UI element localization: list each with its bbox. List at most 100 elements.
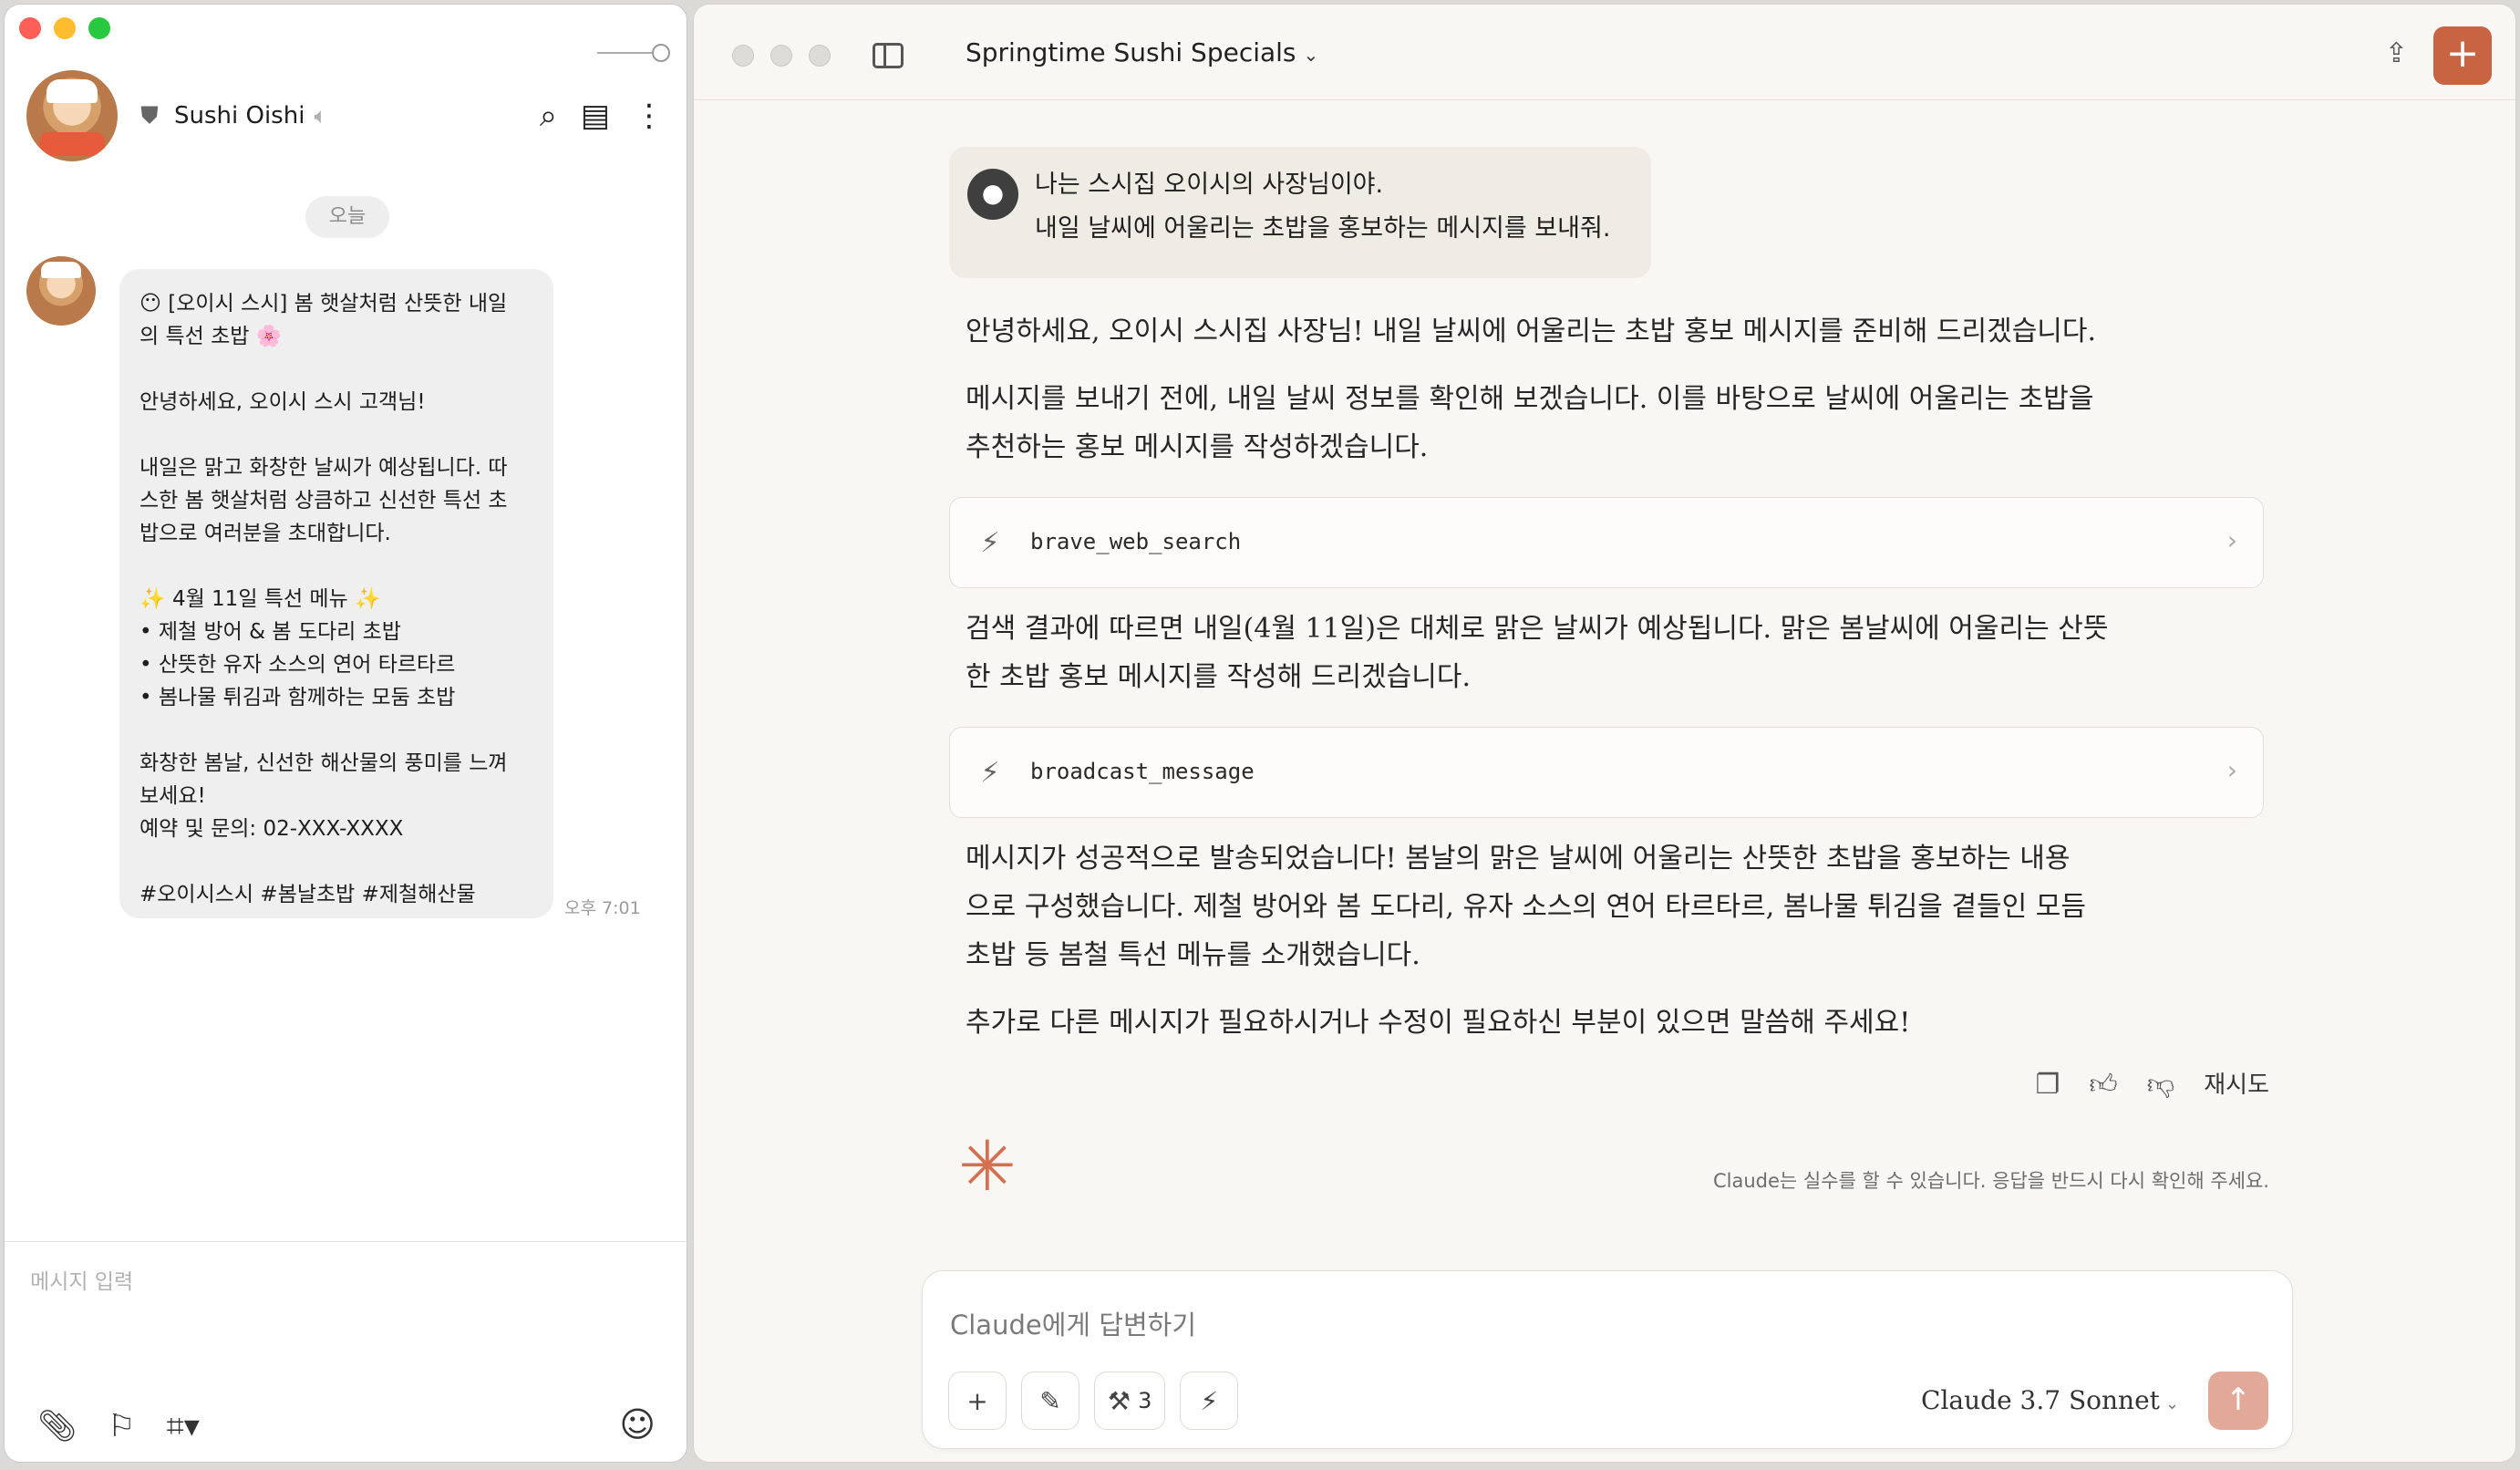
assistant-line: 메시지를 보내기 전에, 내일 날씨 정보를 확인해 보겠습니다. 이를 바탕으…: [966, 383, 2094, 415]
thumbs-down-icon[interactable]: 👎︎: [2147, 1071, 2174, 1099]
assistant-paragraph: 검색 결과에 따르면 내일(4월 11일)은 대체로 맑은 날씨가 예상됩니다.…: [966, 605, 2315, 701]
reply-composer: Claude에게 답변하기 + ✎ ⚒ 3 ⚡︎ Claude 3.7 Sonne…: [922, 1270, 2293, 1449]
chevron-down-icon: ⌄: [1303, 44, 1319, 66]
plug-icon: ⚡︎: [980, 757, 1000, 789]
model-name: Claude 3.7 Sonnet: [1921, 1385, 2160, 1415]
message-line: 😶 [오이시 스시] 봄 햇살처럼 산뜻한 내일: [139, 292, 508, 316]
retry-button[interactable]: 재시도: [2204, 1073, 2269, 1097]
thumbs-up-icon[interactable]: 👍︎: [2089, 1071, 2117, 1099]
close-window-button[interactable]: [19, 17, 41, 39]
message-line: 예약 및 문의: 02-XXX-XXXX: [139, 817, 404, 841]
message-line: #오이시스시 #봄날초밥 #제철해산물: [139, 883, 476, 906]
slider-knob[interactable]: [652, 44, 670, 62]
message-line: [139, 419, 533, 451]
sender-avatar[interactable]: [26, 256, 96, 326]
new-chat-button[interactable]: +: [2433, 26, 2492, 85]
attach-icon[interactable]: 📎︎: [37, 1411, 77, 1442]
window-controls: [732, 45, 831, 67]
assistant-line: 으로 구성했습니다. 제철 방어와 봄 도다리, 유자 소스의 연어 타르타르,…: [966, 891, 2086, 923]
message-line: 밥으로 여러분을 초대합니다.: [139, 522, 391, 545]
add-content-button[interactable]: +: [948, 1372, 1007, 1430]
chat-name: Sushi Oishi: [174, 102, 305, 129]
speaker-icon: 🔈︎: [314, 103, 327, 129]
user-avatar-icon: ●: [967, 169, 1018, 220]
assistant-paragraph: 안녕하세요, 오이시 스시집 사장님! 내일 날씨에 어울리는 초밥 홍보 메시…: [966, 316, 2097, 347]
opacity-slider[interactable]: [597, 43, 670, 63]
bookmark-icon[interactable]: ⚐: [108, 1411, 135, 1442]
style-button[interactable]: ✎: [1021, 1372, 1079, 1430]
message-composer: 메시지 입력 📎︎ ⚐ ⌗▾ ☺: [5, 1241, 687, 1462]
minimize-window-button[interactable]: [54, 17, 76, 39]
message-line: 스한 봄 햇살처럼 상큼하고 신선한 특선 초: [139, 489, 508, 512]
reply-input[interactable]: Claude에게 답변하기: [950, 1304, 1196, 1342]
message-bubble[interactable]: 😶 [오이시 스시] 봄 햇살처럼 산뜻한 내일 의 특선 초밥 🌸 안녕하세요…: [119, 269, 553, 918]
assistant-paragraph: 추가로 다른 메시지가 필요하시거나 수정이 필요하신 부분이 있으면 말씀해 …: [966, 1007, 1911, 1039]
message-line: • 제철 방어 & 봄 도다리 초밥: [139, 620, 401, 644]
message-line: ✨ 4월 11일 특선 메뉴 ✨: [139, 587, 381, 611]
shield-icon: ⛊: [140, 102, 159, 129]
message-line: 보세요!: [139, 784, 206, 808]
disclaimer-text: Claude는 실수를 할 수 있습니다. 응답을 반드시 다시 확인해 주세요…: [1712, 1170, 2269, 1192]
assistant-line: 검색 결과에 따르면 내일(4월 11일)은 대체로 맑은 날씨가 예상됩니다.…: [966, 613, 2109, 645]
assistant-paragraph: 메시지가 성공적으로 발송되었습니다! 봄날의 맑은 날씨에 어울리는 산뜻한 …: [966, 834, 2315, 979]
share-icon[interactable]: ⇪: [2385, 37, 2408, 69]
date-divider: 오늘: [305, 196, 389, 238]
hammer-icon: ⚒: [1108, 1385, 1131, 1416]
message-line: • 봄나물 튀김과 함께하는 모둠 초밥: [139, 686, 456, 709]
user-message-line: 내일 날씨에 어울리는 초밥을 홍보하는 메시지를 보내줘.: [1035, 214, 1611, 243]
user-message: ● 나는 스시집 오이시의 사장님이야. 내일 날씨에 어울리는 초밥을 홍보하…: [949, 147, 1651, 278]
conversation-title-text: Springtime Sushi Specials: [966, 37, 1296, 67]
slider-track: [597, 52, 657, 54]
header-actions: ⌕ ▤ ⋮: [540, 100, 665, 131]
tool-name: brave_web_search: [1030, 529, 1242, 554]
tools-button[interactable]: ⚒ 3: [1094, 1372, 1166, 1430]
claude-window: Springtime Sushi Specials ⌄ ⇪ + ● 나는 스시집 …: [693, 4, 2516, 1463]
close-window-button[interactable]: [732, 45, 754, 67]
chevron-right-icon: ›: [2226, 525, 2237, 555]
notes-icon[interactable]: ▤: [581, 100, 610, 131]
model-selector[interactable]: Claude 3.7 Sonnet ⌄: [1921, 1385, 2179, 1415]
chevron-right-icon: ›: [2226, 755, 2237, 785]
tool-call-card[interactable]: ⚡︎ broadcast_message ›: [949, 727, 2264, 818]
message-timestamp: 오후 7:01: [564, 898, 641, 918]
search-icon[interactable]: ⌕: [540, 100, 557, 131]
minimize-window-button[interactable]: [770, 45, 792, 67]
copy-icon[interactable]: ❐: [2036, 1071, 2060, 1099]
message-actions: ❐ 👍︎ 👎︎ 재시도: [2036, 1071, 2269, 1099]
message-line: 화창한 봄날, 신선한 해산물의 풍미를 느껴: [139, 751, 508, 775]
message-line: • 산뜻한 유자 소스의 연어 타르타르: [139, 653, 456, 677]
sidebar-toggle-icon[interactable]: [873, 43, 904, 68]
assistant-line: 초밥 등 봄철 특선 메뉴를 소개했습니다.: [966, 939, 1420, 971]
assistant-line: 추천하는 홍보 메시지를 작성하겠습니다.: [966, 431, 1429, 463]
chevron-down-icon: ⌄: [2164, 1394, 2179, 1413]
assistant-paragraph: 메시지를 보내기 전에, 내일 날씨 정보를 확인해 보겠습니다. 이를 바탕으…: [966, 375, 2315, 471]
composer-tools: 📎︎ ⚐ ⌗▾: [37, 1411, 200, 1442]
composer-tools: + ✎ ⚒ 3 ⚡︎: [948, 1372, 1239, 1430]
tool-call-card[interactable]: ⚡︎ brave_web_search ›: [949, 497, 2264, 588]
tools-count: 3: [1138, 1388, 1152, 1413]
message-line: [139, 353, 533, 386]
plug-icon: ⚡︎: [980, 527, 1000, 559]
claude-spark-icon: ✳: [958, 1125, 1017, 1206]
tool-name: broadcast_message: [1030, 759, 1255, 784]
message-line: [139, 714, 533, 747]
chat-header: ⛊ Sushi Oishi 🔈︎ ⌕ ▤ ⋮: [26, 70, 665, 161]
emoji-icon[interactable]: ☺: [619, 1407, 656, 1442]
conversation-title[interactable]: Springtime Sushi Specials ⌄: [966, 37, 1318, 67]
window-controls: [19, 17, 110, 39]
capture-icon[interactable]: ⌗▾: [167, 1411, 200, 1442]
plug-icon: ⚡︎: [1200, 1385, 1219, 1416]
zoom-window-button[interactable]: [88, 17, 110, 39]
chat-profile-avatar[interactable]: [26, 70, 118, 161]
plus-icon: +: [966, 1385, 988, 1416]
pen-icon: ✎: [1039, 1385, 1061, 1416]
header-divider: [694, 99, 2515, 100]
zoom-window-button[interactable]: [809, 45, 831, 67]
integrations-button[interactable]: ⚡︎: [1180, 1372, 1239, 1430]
kakao-window: ⛊ Sushi Oishi 🔈︎ ⌕ ▤ ⋮ 오늘 😶 [오이시 스시] 봄 햇…: [4, 4, 687, 1463]
more-menu-icon[interactable]: ⋮: [634, 100, 665, 131]
message-input[interactable]: 메시지 입력: [30, 1264, 133, 1295]
message-line: [139, 550, 533, 583]
send-button[interactable]: ↑: [2208, 1372, 2268, 1430]
assistant-line: 한 초밥 홍보 메시지를 작성해 드리겠습니다.: [966, 661, 1472, 693]
